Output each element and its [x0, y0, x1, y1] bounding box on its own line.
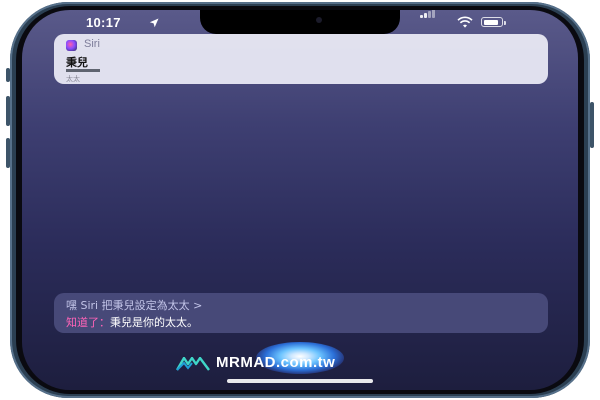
location-arrow-icon: [149, 18, 159, 28]
siri-reply: 知道了：秉兒是你的太太。: [66, 314, 198, 330]
siri-app-icon: [66, 40, 77, 51]
front-camera: [316, 17, 322, 23]
home-indicator[interactable]: [227, 379, 373, 383]
card-app-name: Siri: [84, 38, 100, 50]
redacted-number: [66, 69, 100, 72]
mute-switch: [6, 68, 10, 82]
relation-label: 太太: [66, 75, 80, 83]
contact-card[interactable]: Siri 秉兒 太太: [54, 34, 548, 84]
volume-up-button: [6, 96, 10, 126]
phone-screen: 10:17 Siri 秉兒 太太 嘿 Siri 把秉兒設定為太太 > 知道了：秉…: [22, 10, 578, 390]
volume-down-button: [6, 138, 10, 168]
battery-level: [483, 19, 498, 25]
watermark-text: MRMAD.com.tw: [216, 354, 336, 371]
wifi-icon: [457, 16, 473, 28]
notch: [200, 10, 400, 34]
siri-response-panel: 嘿 Siri 把秉兒設定為太太 > 知道了：秉兒是你的太太。: [54, 293, 548, 333]
status-time: 10:17: [86, 15, 121, 30]
reply-body: 秉兒是你的太太。: [110, 316, 198, 329]
reply-prefix: 知道了：: [66, 316, 110, 329]
mrmad-logo-icon: [176, 357, 210, 371]
watermark: MRMAD.com.tw: [176, 354, 406, 376]
battery-icon: [481, 17, 506, 27]
power-button: [590, 102, 594, 148]
contact-name: 秉兒: [66, 56, 88, 69]
user-request[interactable]: 嘿 Siri 把秉兒設定為太太 >: [66, 297, 202, 313]
